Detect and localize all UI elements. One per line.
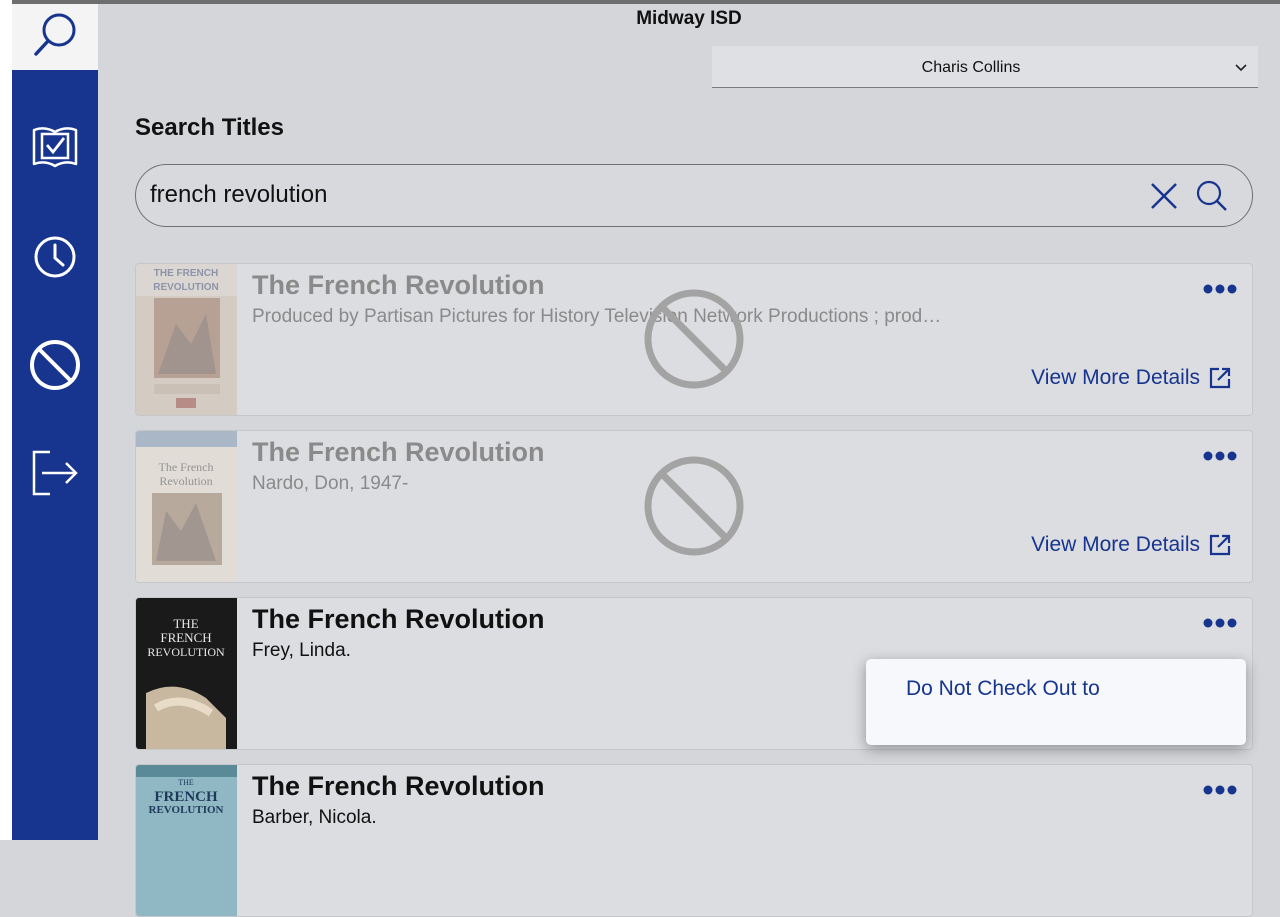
external-link-icon — [1209, 367, 1231, 389]
cover-title-line: FRENCH — [154, 789, 218, 805]
cover-title-line: REVOLUTION — [153, 282, 219, 293]
book-cover: THE FRENCH REVOLUTION — [136, 264, 237, 415]
more-options-icon[interactable] — [1202, 783, 1238, 797]
book-cover: The French Revolution — [136, 431, 237, 582]
sidebar-item-logout[interactable] — [12, 438, 98, 508]
view-more-details-label: View More Details — [1031, 533, 1200, 556]
search-input[interactable] — [150, 177, 1110, 213]
cover-title-line: Revolution — [159, 474, 212, 488]
chevron-down-icon — [1235, 64, 1247, 72]
page-title: Search Titles — [135, 114, 284, 141]
cover-title-line: THE — [173, 616, 198, 631]
result-title: The French Revolution — [252, 771, 545, 801]
result-title: The French Revolution — [252, 604, 545, 634]
sidebar-item-checkout[interactable] — [12, 112, 98, 182]
result-author: Nardo, Don, 1947- — [252, 473, 409, 494]
cover-title-line: THE FRENCH — [154, 268, 218, 279]
search-icon — [34, 13, 76, 56]
logout-icon — [32, 450, 78, 496]
result-author: Barber, Nicola. — [252, 807, 377, 828]
sidebar-item-search[interactable] — [12, 0, 98, 70]
window-edge — [0, 0, 12, 840]
blocked-overlay-icon — [644, 289, 744, 389]
search-bar — [135, 164, 1253, 227]
menu-item-do-not-check-out[interactable]: Do Not Check Out to — [906, 677, 1100, 701]
blocked-overlay-icon — [644, 456, 744, 556]
book-cover: THE FRENCH REVOLUTION — [136, 598, 237, 749]
more-options-icon[interactable] — [1202, 282, 1238, 296]
user-select[interactable]: Charis Collins — [712, 46, 1258, 88]
result-card[interactable]: THE FRENCH REVOLUTION The French Revolut… — [135, 764, 1253, 917]
search-icon[interactable] — [1194, 178, 1230, 214]
view-more-details-link[interactable]: View More Details — [1031, 533, 1232, 557]
book-cover: THE FRENCH REVOLUTION — [136, 765, 237, 916]
clear-icon[interactable] — [1148, 180, 1180, 212]
result-title: The French Revolution — [252, 437, 545, 467]
book-check-icon — [32, 127, 78, 168]
sidebar-item-history[interactable] — [12, 222, 98, 292]
district-name: Midway ISD — [636, 8, 742, 29]
top-border — [12, 0, 1280, 4]
cover-title-line: REVOLUTION — [147, 645, 225, 659]
cover-title-line: FRENCH — [160, 630, 211, 645]
options-menu: Do Not Check Out to — [866, 659, 1246, 745]
more-options-icon[interactable] — [1202, 449, 1238, 463]
more-options-icon[interactable] — [1202, 616, 1238, 630]
external-link-icon — [1209, 534, 1231, 556]
cover-title-line: REVOLUTION — [149, 804, 224, 816]
clock-icon — [34, 236, 76, 278]
cover-title-line: The French — [159, 460, 214, 474]
result-card[interactable]: THE FRENCH REVOLUTION The French Revolut… — [135, 263, 1253, 416]
view-more-details-label: View More Details — [1031, 366, 1200, 389]
sidebar — [12, 0, 98, 840]
result-author: Frey, Linda. — [252, 640, 351, 661]
user-select-value: Charis Collins — [921, 59, 1021, 76]
view-more-details-link[interactable]: View More Details — [1031, 366, 1232, 390]
cover-title-line: THE — [178, 778, 194, 787]
result-card[interactable]: The French Revolution The French Revolut… — [135, 430, 1253, 583]
result-title: The French Revolution — [252, 270, 545, 300]
result-author: Produced by Partisan Pictures for Histor… — [252, 306, 942, 327]
sidebar-item-blocked[interactable] — [12, 330, 98, 400]
block-icon — [30, 340, 80, 390]
